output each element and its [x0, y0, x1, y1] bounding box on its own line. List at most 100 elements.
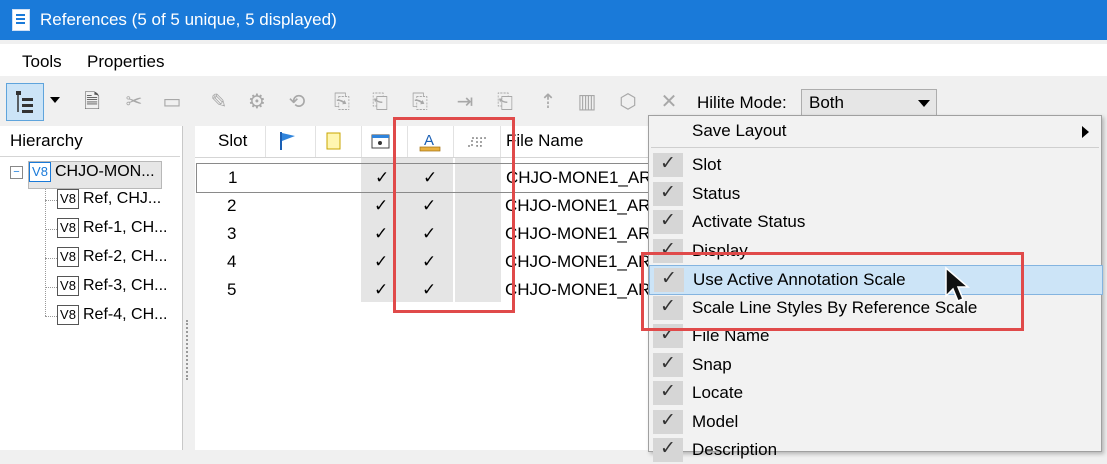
scale-icon[interactable]: ⎘ [328, 89, 356, 115]
v8-icon: V8 [57, 276, 79, 296]
v8-icon: V8 [57, 247, 79, 267]
panel-splitter[interactable] [186, 320, 190, 380]
hierarchy-toggle-button[interactable] [6, 83, 44, 121]
column-header-file-name[interactable]: File Name [506, 131, 583, 151]
move-icon[interactable]: ⚙ [243, 89, 271, 115]
copy-icon[interactable]: ⟲ [283, 89, 311, 115]
display-check[interactable]: ✓ [375, 168, 389, 188]
checkmark-icon [653, 152, 683, 177]
tree-connector [45, 229, 57, 230]
v8-icon: V8 [57, 305, 79, 325]
menu-item-save-layout[interactable]: Save Layout [649, 117, 1101, 145]
menu-item-description[interactable]: Description [649, 436, 1101, 464]
attach-reference-icon[interactable]: 🗎 [78, 89, 106, 115]
slot-cell: 5 [227, 280, 237, 299]
flag-icon[interactable] [277, 130, 299, 157]
detach-icon[interactable]: ✂ [120, 89, 148, 115]
display-check[interactable]: ✓ [374, 280, 388, 300]
mirror-h-icon[interactable]: ⎘ [406, 89, 434, 115]
tree-item-label: Ref-4, CH... [83, 306, 168, 324]
tree-item-label: Ref, CHJ... [83, 190, 162, 208]
exchange-icon[interactable]: ⬡ [614, 89, 642, 115]
v8-icon: V8 [57, 218, 79, 238]
menu-item-label: Snap [692, 355, 732, 374]
header-separator [315, 126, 316, 157]
checkmark-icon [653, 409, 683, 434]
slot-cell: 3 [227, 224, 237, 243]
tree-item-label: Ref-1, CH... [83, 219, 168, 237]
display-check[interactable]: ✓ [374, 224, 388, 244]
v8-icon: V8 [29, 162, 51, 182]
hierarchy-dropdown-arrow[interactable] [50, 97, 60, 103]
menu-item-snap[interactable]: Snap [649, 351, 1101, 379]
hilite-mode-select[interactable]: Both [801, 89, 937, 117]
hierarchy-title: Hierarchy [10, 131, 83, 150]
menu-properties[interactable]: Properties [87, 52, 164, 72]
v8-icon: V8 [57, 189, 79, 209]
menu-item-activate-status[interactable]: Activate Status [649, 208, 1101, 236]
tree-item[interactable]: V8 Ref-3, CH... [57, 276, 167, 302]
slot-cell: 1 [228, 168, 238, 187]
display-check[interactable]: ✓ [374, 252, 388, 272]
menu-item-label: Activate Status [692, 212, 806, 231]
menu-item-label: Slot [692, 155, 722, 174]
tree-connector [45, 316, 57, 317]
chevron-right-icon [1082, 126, 1089, 138]
tree-item[interactable]: V8 Ref-2, CH... [57, 247, 167, 273]
reload-icon[interactable]: ▭ [158, 89, 186, 115]
menu-item-label: Locate [692, 383, 744, 402]
clip-mask-icon[interactable]: ⇡ [534, 89, 562, 115]
slot-cell: 4 [227, 252, 237, 271]
collapse-icon[interactable]: − [10, 166, 23, 179]
column-header-slot[interactable]: Slot [218, 131, 247, 151]
title-bar: References (5 of 5 unique, 5 displayed) [0, 0, 1107, 40]
chevron-down-icon [918, 100, 930, 107]
window-title: References (5 of 5 unique, 5 displayed) [40, 10, 337, 29]
mouse-pointer-icon [945, 266, 971, 302]
tree-view-icon [16, 91, 33, 113]
menu-item-slot[interactable]: Slot [649, 151, 1101, 179]
tree-item[interactable]: V8 Ref-1, CH... [57, 218, 167, 244]
tree-item-label: Ref-2, CH... [83, 248, 168, 266]
tree-connector [45, 258, 57, 259]
menu-item-status[interactable]: Status [649, 180, 1101, 208]
activate-status-icon[interactable] [324, 131, 344, 156]
tree-item[interactable]: V8 Ref-4, CH... [57, 305, 167, 331]
tree-item-label: Ref-3, CH... [83, 277, 168, 295]
checkmark-icon [653, 352, 683, 377]
menu-item-model[interactable]: Model [649, 408, 1101, 436]
display-icon[interactable] [370, 133, 392, 156]
tree-connector [45, 186, 46, 316]
display-check[interactable]: ✓ [374, 196, 388, 216]
checkmark-icon [653, 181, 683, 206]
settings-icon[interactable]: ✎ [205, 89, 233, 115]
header-separator [265, 126, 266, 157]
menu-bar: Tools Properties [0, 44, 1107, 76]
mirror-v-icon[interactable]: ⇥ [451, 89, 479, 115]
tree-connector [45, 200, 57, 201]
checkmark-icon [653, 437, 683, 462]
tree-root-label: CHJO-MON... [55, 163, 155, 181]
header-separator [361, 126, 362, 157]
hilite-mode-label: Hilite Mode: [697, 93, 787, 112]
rotate-icon[interactable]: ⎗ [366, 89, 394, 115]
file-name-cell: CHJO-MONE1_AR [505, 224, 651, 243]
file-name-cell: CHJO-MONE1_AR [505, 196, 651, 215]
clip-delete-icon[interactable]: ▥ [573, 89, 601, 115]
hilite-mode-value: Both [809, 93, 844, 112]
tool-close-icon[interactable]: ✕ [655, 89, 683, 115]
tree-root-item[interactable]: V8 CHJO-MON... [28, 161, 162, 189]
tree-connector [45, 287, 57, 288]
checkmark-icon [653, 209, 683, 234]
clip-boundary-icon[interactable]: ⎗ [491, 89, 519, 115]
highlight-box-columns [393, 117, 515, 313]
document-icon [12, 9, 30, 31]
tree-item[interactable]: V8 Ref, CHJ... [57, 189, 161, 215]
file-name-cell: CHJO-MONE1_AR [505, 252, 651, 271]
menu-item-label: Status [692, 184, 741, 203]
menu-item-label: Description [692, 440, 778, 459]
menu-item-label: Model [692, 412, 739, 431]
menu-tools[interactable]: Tools [22, 52, 62, 72]
menu-item-locate[interactable]: Locate [649, 379, 1101, 407]
menu-separator [651, 147, 1099, 148]
